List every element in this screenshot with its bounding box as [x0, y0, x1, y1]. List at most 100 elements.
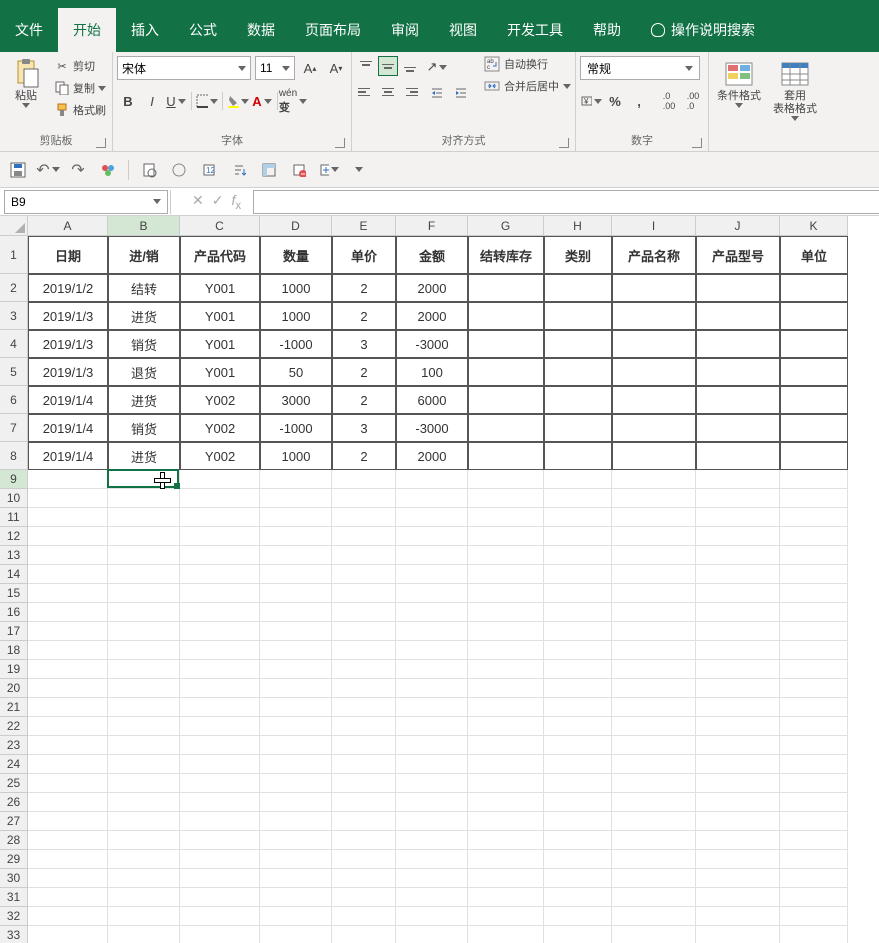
cell[interactable]: -1000 [260, 330, 332, 358]
formula-bar[interactable] [253, 190, 879, 214]
cell[interactable] [108, 888, 180, 907]
cell[interactable] [780, 386, 848, 414]
cell[interactable] [612, 869, 696, 888]
cell[interactable] [780, 565, 848, 584]
row-header[interactable]: 16 [0, 603, 28, 622]
cell[interactable]: 2019/1/3 [28, 330, 108, 358]
cell[interactable] [780, 442, 848, 470]
sort-button[interactable] [229, 160, 249, 180]
cell[interactable] [468, 926, 544, 943]
cell[interactable] [332, 584, 396, 603]
cell[interactable] [544, 274, 612, 302]
cell[interactable] [108, 698, 180, 717]
cell[interactable] [780, 755, 848, 774]
cell[interactable] [28, 679, 108, 698]
cell[interactable] [544, 774, 612, 793]
cell[interactable] [332, 831, 396, 850]
cell[interactable]: 进货 [108, 302, 180, 330]
cell[interactable] [696, 622, 780, 641]
cell[interactable] [108, 603, 180, 622]
name-box[interactable]: B9 [4, 190, 168, 214]
cell[interactable] [544, 414, 612, 442]
cell[interactable] [468, 660, 544, 679]
cell[interactable] [260, 869, 332, 888]
cell[interactable] [612, 386, 696, 414]
cell[interactable] [180, 565, 260, 584]
cell[interactable] [780, 926, 848, 943]
cell[interactable] [332, 888, 396, 907]
color-picker-button[interactable] [98, 160, 118, 180]
cell[interactable]: -3000 [396, 414, 468, 442]
remove-button[interactable] [289, 160, 309, 180]
cell[interactable] [260, 850, 332, 869]
row-header[interactable]: 3 [0, 302, 28, 330]
cell[interactable] [108, 812, 180, 831]
column-header[interactable]: D [260, 216, 332, 236]
cell[interactable] [180, 470, 260, 489]
cell[interactable] [612, 831, 696, 850]
cell[interactable] [468, 641, 544, 660]
cell[interactable] [260, 926, 332, 943]
cell[interactable] [260, 546, 332, 565]
cut-button[interactable]: ✂ 剪切 [52, 56, 108, 76]
cell[interactable] [108, 869, 180, 888]
cell[interactable] [612, 736, 696, 755]
cell[interactable] [544, 793, 612, 812]
cell[interactable] [696, 812, 780, 831]
cell[interactable]: 2 [332, 442, 396, 470]
cell[interactable]: 2 [332, 358, 396, 386]
conditional-format-button[interactable]: 条件格式 [713, 56, 765, 110]
cell[interactable] [468, 831, 544, 850]
insert-function-button[interactable]: fx [231, 192, 241, 212]
cell[interactable] [108, 508, 180, 527]
cell[interactable] [180, 736, 260, 755]
cell[interactable] [696, 527, 780, 546]
font-color-button[interactable]: A [251, 90, 273, 112]
cell[interactable] [332, 907, 396, 926]
cell[interactable] [544, 584, 612, 603]
cell[interactable] [612, 527, 696, 546]
cell[interactable] [28, 584, 108, 603]
cell[interactable]: 2000 [396, 302, 468, 330]
align-right-button[interactable] [400, 82, 420, 102]
row-header[interactable]: 23 [0, 736, 28, 755]
cell[interactable] [612, 774, 696, 793]
cell[interactable] [396, 641, 468, 660]
cell[interactable] [180, 527, 260, 546]
row-header[interactable]: 17 [0, 622, 28, 641]
format-painter-button[interactable]: 格式刷 [52, 100, 108, 120]
cell[interactable]: 2019/1/4 [28, 442, 108, 470]
cell[interactable] [696, 698, 780, 717]
cell[interactable]: 销货 [108, 414, 180, 442]
underline-button[interactable]: U [165, 90, 187, 112]
cell[interactable] [612, 717, 696, 736]
cell[interactable] [780, 489, 848, 508]
cell[interactable] [696, 831, 780, 850]
cell[interactable] [612, 414, 696, 442]
cell[interactable] [696, 660, 780, 679]
cell[interactable] [780, 793, 848, 812]
row-header[interactable]: 6 [0, 386, 28, 414]
cell[interactable] [612, 470, 696, 489]
cell[interactable] [260, 812, 332, 831]
phonetic-button[interactable]: wén变 [282, 90, 304, 112]
cell[interactable] [108, 660, 180, 679]
table-format-button[interactable]: 套用 表格格式 [769, 56, 821, 123]
cell[interactable] [180, 508, 260, 527]
cell[interactable] [612, 793, 696, 812]
cell[interactable]: 单价 [332, 236, 396, 274]
cell[interactable] [612, 679, 696, 698]
cell[interactable] [468, 812, 544, 831]
align-middle-button[interactable] [378, 56, 398, 76]
cell[interactable] [332, 679, 396, 698]
column-header[interactable]: C [180, 216, 260, 236]
cell[interactable]: 进货 [108, 442, 180, 470]
cell[interactable] [612, 812, 696, 831]
cell[interactable] [544, 888, 612, 907]
cell[interactable]: 3 [332, 414, 396, 442]
cell[interactable] [612, 660, 696, 679]
cell[interactable] [108, 584, 180, 603]
row-header[interactable]: 13 [0, 546, 28, 565]
merge-center-button[interactable]: 合并后居中 [484, 78, 571, 94]
cell[interactable] [28, 869, 108, 888]
